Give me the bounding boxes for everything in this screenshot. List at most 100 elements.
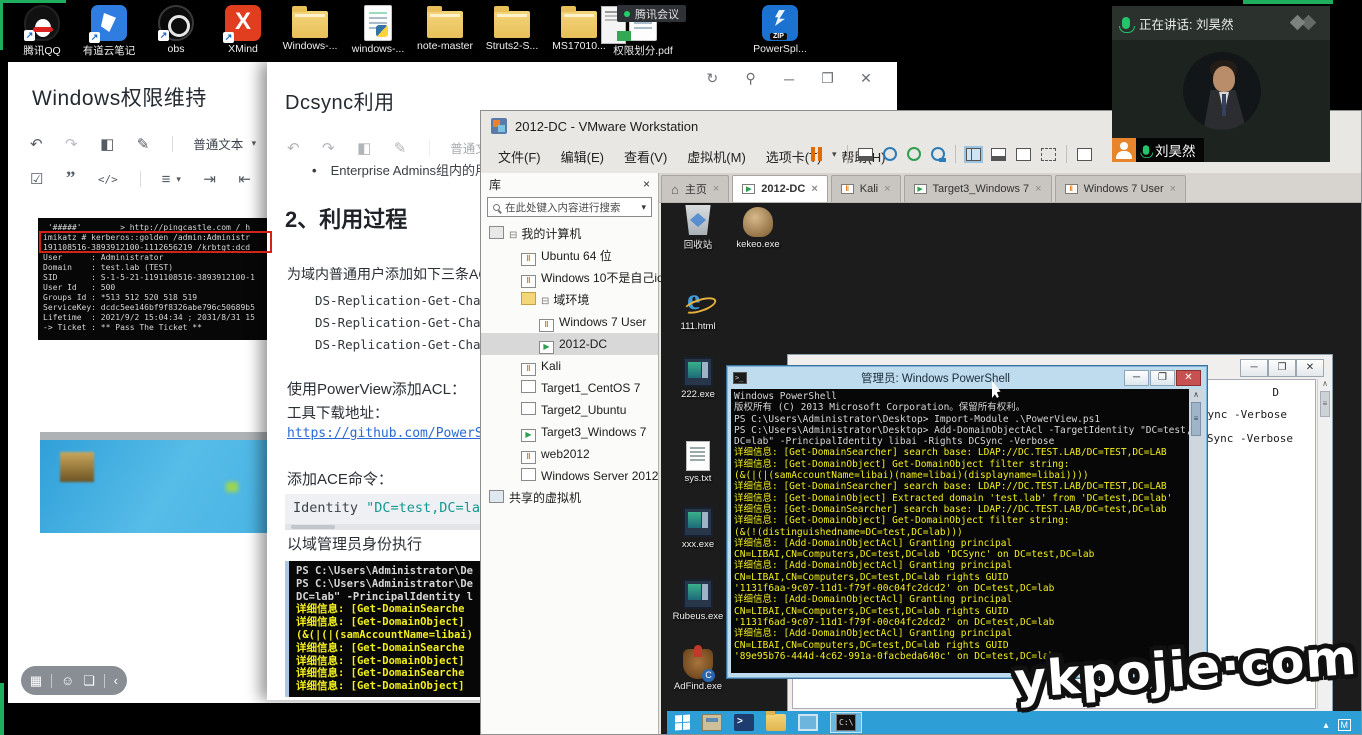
maximize-button[interactable]: ❐ (811, 70, 845, 87)
blocks-icon[interactable]: ▦ (30, 673, 42, 689)
format-painter-icon[interactable]: ✎ (394, 139, 407, 157)
refresh-icon[interactable]: ↻ (695, 70, 729, 87)
desktop-icon-windows-file[interactable]: windows-... (346, 5, 410, 55)
window-app-icon[interactable] (798, 714, 818, 731)
maximize-button[interactable]: ❐ (1150, 370, 1175, 386)
indent-decrease-icon[interactable]: ⇤ (238, 170, 251, 188)
start-button[interactable] (675, 714, 690, 730)
vm-icon-adfind[interactable]: AdFind.exe (669, 649, 727, 692)
comment-icon[interactable]: ❏ (83, 673, 95, 689)
tab-kali[interactable]: ‖Kali× (831, 175, 901, 202)
send-ctrl-alt-del-icon[interactable] (858, 148, 873, 161)
powershell-titlebar[interactable]: >_ 管理员: Windows PowerShell ─❐✕ (729, 368, 1205, 388)
desktop-icon-struts2[interactable]: Struts2-S... (480, 5, 544, 52)
scrollbar-thumb[interactable]: ≡ (1191, 402, 1201, 436)
tab-close-icon[interactable]: × (1035, 183, 1041, 195)
speaker-name-tag: 刘昊然 (1112, 138, 1204, 162)
doc2-bullet-top: •Enterprise Admins组内的用 (312, 160, 488, 179)
desktop-icon-youdao[interactable]: ↗有道云笔记 (77, 5, 141, 58)
powershell-output: Windows PowerShell版权所有 (C) 2013 Microsof… (731, 389, 1189, 673)
eraser-icon[interactable]: ◧ (100, 135, 114, 153)
fullscreen-icon[interactable] (1016, 148, 1031, 161)
redo-icon[interactable]: ↷ (322, 139, 335, 157)
desktop-icon-note-master[interactable]: note-master (413, 5, 477, 52)
search-icon (493, 204, 500, 211)
chevron-down-icon[interactable]: ▾ (252, 138, 257, 149)
revert-snapshot-icon[interactable] (907, 147, 921, 161)
library-search-box[interactable]: 在此处键入内容进行搜索 ▾ (487, 197, 652, 217)
redo-icon[interactable]: ↷ (65, 135, 78, 153)
desktop-icon-obs[interactable]: ↗obs (144, 5, 208, 55)
code-block-icon[interactable]: </> (98, 173, 118, 186)
close-button[interactable]: ✕ (1176, 370, 1201, 386)
minimize-button[interactable]: ─ (772, 71, 806, 87)
format-painter-icon[interactable]: ✎ (137, 135, 150, 153)
powershell-window[interactable]: >_ 管理员: Windows PowerShell ─❐✕ Windows P… (726, 365, 1208, 679)
tab-close-icon[interactable]: × (713, 183, 719, 195)
vm-icon-recycle-bin[interactable]: 回收站 (669, 205, 727, 251)
share-border-accent (0, 0, 66, 3)
suspend-vm-icon[interactable] (811, 147, 822, 161)
stretch-guest-icon[interactable] (1077, 148, 1092, 161)
desktop-icon-windows-folder[interactable]: Windows-... (278, 5, 342, 52)
take-snapshot-icon[interactable] (883, 147, 897, 161)
eraser-icon[interactable]: ◧ (357, 139, 371, 157)
server-manager-icon[interactable] (702, 714, 722, 731)
tab-windows7-user[interactable]: ‖Windows 7 User× (1055, 175, 1187, 202)
video-call-overlay[interactable]: 正在讲话: 刘昊然 刘昊然 (1112, 6, 1330, 162)
checklist-icon[interactable]: ☑ (30, 170, 43, 188)
tab-home[interactable]: ⌂主页× (661, 175, 729, 202)
code-scrollbar[interactable] (285, 524, 485, 530)
undo-icon[interactable]: ↶ (30, 135, 43, 153)
maximize-button[interactable]: ❐ (1268, 359, 1296, 377)
vm-icon-kekeo[interactable]: kekeo.exe (729, 207, 787, 250)
unity-mode-icon[interactable] (1041, 148, 1056, 161)
obs-icon: ↗ (158, 5, 194, 41)
desktop-icon-xmind[interactable]: X↗XMind (211, 5, 275, 55)
tab-close-icon[interactable]: × (1170, 183, 1176, 195)
tab-close-icon[interactable]: × (811, 183, 817, 195)
snapshot-manager-icon[interactable] (931, 147, 945, 161)
blockquote-icon[interactable]: ” (66, 168, 76, 190)
active-console-task[interactable]: C:\ (830, 712, 862, 733)
folder-icon (427, 11, 463, 38)
tab-target3-windows7[interactable]: ▶Target3_Windows 7× (904, 175, 1052, 202)
tray-up-icon[interactable]: ▴ (1323, 720, 1328, 731)
vm-library-tree[interactable]: ⊟我的计算机Ubuntu 64 位Windows 10不是自己id⊟域环境Win… (481, 223, 658, 509)
tab-close-icon[interactable]: × (884, 183, 890, 195)
desktop-icon-qq[interactable]: ↗腾讯QQ (10, 5, 74, 58)
vm-icon-xxx-exe[interactable]: xxx.exe (669, 507, 727, 550)
show-library-icon[interactable] (966, 148, 981, 161)
vm-icon-rubeus[interactable]: Rubeus.exe (669, 579, 727, 622)
vm-icon-222-exe[interactable]: 222.exe (669, 357, 727, 400)
scrollbar-thumb[interactable]: ≡ (1320, 391, 1330, 417)
speaker-name: 刘昊然 (1155, 140, 1196, 160)
file-explorer-icon[interactable] (766, 714, 786, 731)
minimize-button[interactable]: ─ (1240, 359, 1268, 377)
indent-increase-icon[interactable]: ⇥ (203, 170, 216, 188)
close-button[interactable]: ✕ (1296, 359, 1324, 377)
undo-icon[interactable]: ↶ (287, 139, 300, 157)
collapse-chevron-icon[interactable]: ‹ (114, 673, 118, 688)
vm-icon-111-html[interactable]: 111.html (669, 289, 727, 332)
vm-icon-sys-txt[interactable]: sys.txt (669, 441, 727, 484)
chevron-down-icon[interactable]: ▾ (832, 149, 837, 160)
powershell-taskbar-icon[interactable]: > (734, 714, 754, 731)
desktop-icon-powersploit[interactable]: PowerSpl... (748, 5, 812, 55)
align-icon[interactable]: ≡ (162, 171, 171, 188)
pin-icon[interactable]: ⚲ (734, 70, 768, 87)
close-button[interactable]: ✕ (849, 70, 883, 87)
emoji-icon[interactable]: ☺ (61, 673, 74, 688)
system-tray[interactable]: ▴ M (1323, 719, 1351, 731)
minimize-button[interactable]: ─ (1124, 370, 1149, 386)
powershell-scrollbar[interactable]: ∧ ≡ ∨ (1189, 389, 1203, 673)
meeting-chip[interactable]: 腾讯会议 (617, 5, 686, 22)
console-view-icon[interactable] (991, 148, 1006, 161)
library-close-icon[interactable]: × (643, 177, 650, 191)
text-style-select[interactable]: 普通文本 (193, 134, 243, 153)
internet-explorer-icon (683, 289, 713, 319)
tab-2012-dc[interactable]: ▶2012-DC× (732, 175, 827, 202)
tray-m-icon[interactable]: M (1338, 719, 1352, 731)
chevron-down-icon[interactable]: ▾ (176, 174, 181, 185)
doc2-code-block[interactable]: Identity "DC=test,DC=lab" -Pr (285, 494, 485, 524)
